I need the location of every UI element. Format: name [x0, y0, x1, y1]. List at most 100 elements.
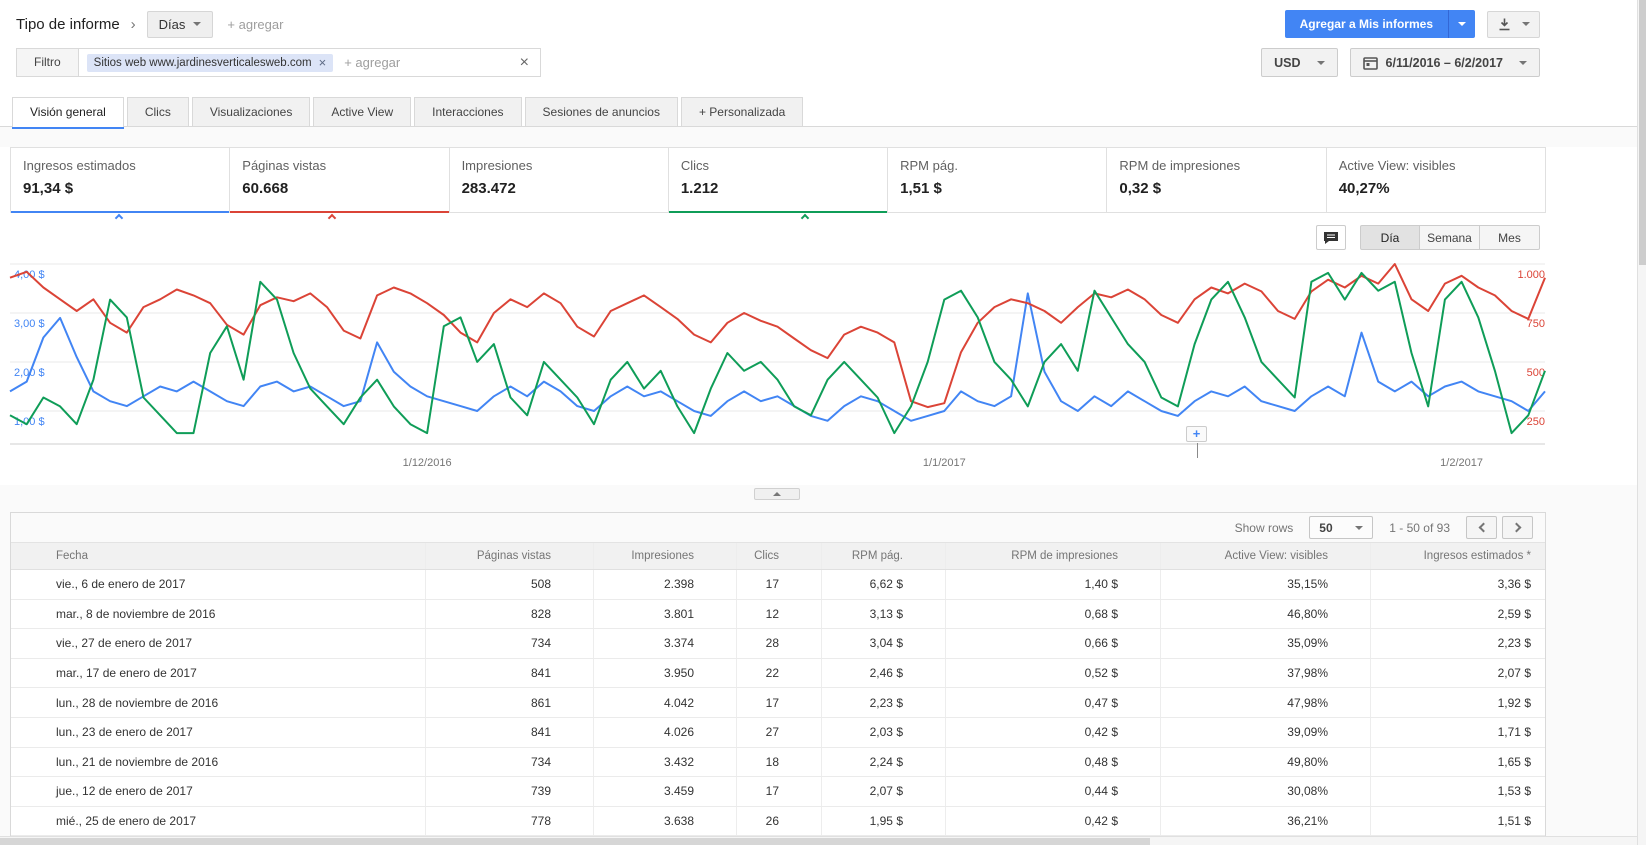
chevron-left-icon	[1478, 522, 1488, 533]
collapse-chart-button[interactable]	[754, 488, 800, 500]
tab-interacciones[interactable]: Interacciones	[414, 97, 522, 126]
tab-vision-general[interactable]: Visión general	[12, 97, 124, 127]
page-size-value: 50	[1319, 520, 1333, 535]
table-cell: 861	[425, 688, 593, 717]
tab-clics[interactable]: Clics	[126, 97, 189, 126]
right-axis-tick: 750	[1527, 318, 1545, 330]
vertical-scrollbar-thumb[interactable]	[1639, 0, 1646, 265]
x-axis-tick: 1/12/2016	[403, 457, 452, 469]
table-cell: 6,62 $	[821, 570, 945, 599]
card-value: 283.472	[461, 180, 516, 197]
table-cell: 37,98%	[1160, 658, 1370, 688]
date-range-picker[interactable]: 6/11/2016 – 6/2/2017	[1349, 48, 1540, 77]
table-cell: 3.638	[593, 806, 736, 836]
tab-active-view[interactable]: Active View	[313, 97, 412, 126]
table-header-row: Fecha Páginas vistas Impresiones Clics RPM p…	[11, 543, 1545, 570]
column-header-clics[interactable]: Clics	[736, 543, 821, 569]
table-cell: 18	[736, 747, 821, 777]
table-cell: 0,52 $	[945, 658, 1160, 688]
card-label: Active View: visibles	[1338, 158, 1456, 173]
series-line-clics	[9, 271, 1546, 435]
horizontal-scrollbar[interactable]	[0, 836, 1637, 845]
remove-filter-icon[interactable]: ×	[319, 56, 327, 69]
page-title: Tipo de informe	[16, 15, 120, 33]
card-accent-line	[230, 211, 449, 213]
filter-box[interactable]: Filtro Sitios web www.jardinesverticales…	[16, 48, 541, 77]
clear-filter-icon[interactable]: ×	[520, 54, 529, 72]
table-cell: 828	[425, 599, 593, 629]
tab-personalizada[interactable]: + Personalizada	[680, 97, 804, 126]
column-header-paginas-vistas[interactable]: Páginas vistas	[425, 543, 593, 569]
table-cell: 2,03 $	[821, 717, 945, 747]
chevron-down-icon	[1316, 60, 1325, 65]
breadcrumb: Tipo de informe › Días + agregar	[16, 10, 283, 38]
right-axis-tick: 1.000	[1517, 269, 1545, 281]
table-cell: 26	[736, 806, 821, 836]
add-to-my-reports-button[interactable]: Agregar a Mis informes	[1284, 10, 1448, 38]
column-header-ingresos-estimados[interactable]: Ingresos estimados *	[1370, 543, 1545, 569]
table-cell: 35,15%	[1160, 570, 1370, 599]
table-cell: jue., 12 de enero de 2017	[56, 784, 193, 799]
table-row: vie., 27 de enero de 2017 734 3.374 28 3,04 …	[11, 629, 1545, 659]
left-axis-tick: 3,00 $	[14, 318, 45, 330]
download-button[interactable]	[1487, 10, 1540, 38]
table-cell: 2,23 $	[821, 688, 945, 717]
table-cell: 1,71 $	[1370, 717, 1545, 747]
table-cell: 3.950	[593, 658, 736, 688]
column-header-rpm-de-impresiones[interactable]: RPM de impresiones	[945, 543, 1160, 569]
table-cell: 49,80%	[1160, 747, 1370, 777]
card-rpm-de-impresiones[interactable]: RPM de impresiones 0,32 $	[1107, 148, 1327, 212]
granularity-semana[interactable]: Semana	[1420, 225, 1480, 250]
table-cell: lun., 21 de noviembre de 2016	[56, 754, 219, 769]
granularity-mes[interactable]: Mes	[1480, 225, 1540, 250]
granularity-dia[interactable]: Día	[1360, 225, 1420, 250]
column-header-impresiones[interactable]: Impresiones	[593, 543, 736, 569]
table-cell: 841	[425, 658, 593, 688]
horizontal-scrollbar-thumb[interactable]	[0, 838, 1150, 845]
chevron-down-icon	[1355, 525, 1364, 530]
card-active-view-visibles[interactable]: Active View: visibles 40,27%	[1327, 148, 1546, 212]
currency-label: USD	[1274, 55, 1301, 70]
chevron-down-icon	[193, 22, 202, 26]
card-paginas-vistas[interactable]: Páginas vistas 60.668	[230, 148, 450, 223]
card-rpm-pag[interactable]: RPM pág. 1,51 $	[888, 148, 1108, 212]
tab-visualizaciones[interactable]: Visualizaciones	[191, 97, 311, 126]
card-ingresos-estimados[interactable]: Ingresos estimados 91,34 $	[11, 148, 231, 223]
previous-page-button[interactable]	[1466, 516, 1497, 539]
filter-bar: Filtro Sitios web www.jardinesverticales…	[0, 44, 1646, 89]
table-cell: 17	[736, 570, 821, 599]
column-header-fecha[interactable]: Fecha	[11, 543, 425, 569]
card-clics[interactable]: Clics 1.212	[668, 148, 889, 223]
tab-sesiones-de-anuncios[interactable]: Sesiones de anuncios	[524, 97, 678, 126]
filter-chip-label: Sitios web www.jardinesverticalesweb.com	[93, 56, 312, 69]
pagination	[1466, 516, 1533, 539]
granularity-segmented-control: Día Semana Mes	[1360, 225, 1540, 250]
currency-dropdown[interactable]: USD	[1261, 48, 1338, 77]
chart-annotations-button[interactable]	[1316, 225, 1346, 250]
vertical-scrollbar[interactable]	[1637, 0, 1646, 845]
add-to-my-reports-dropdown[interactable]	[1448, 10, 1475, 38]
next-page-button[interactable]	[1502, 516, 1533, 539]
column-header-active-view-visibles[interactable]: Active View: visibles	[1160, 543, 1370, 569]
table-cell: 0,42 $	[945, 717, 1160, 747]
card-caret-icon	[114, 213, 124, 223]
card-label: Páginas vistas	[242, 158, 327, 173]
table-cell: 3,04 $	[821, 629, 945, 658]
filter-chip[interactable]: Sitios web www.jardinesverticalesweb.com…	[86, 53, 334, 72]
table-cell: 0,44 $	[945, 777, 1160, 806]
card-impresiones[interactable]: Impresiones 283.472	[450, 148, 669, 212]
add-report-type-link[interactable]: + agregar	[227, 17, 283, 32]
chart-event-marker[interactable]: +	[1186, 426, 1207, 458]
table-cell: 17	[736, 777, 821, 806]
column-header-rpm-pag[interactable]: RPM pág.	[821, 543, 945, 569]
table-row: mié., 25 de enero de 2017 778 3.638 26 1,95 …	[11, 806, 1545, 837]
table-cell: 3,36 $	[1370, 570, 1545, 599]
add-filter-placeholder[interactable]: + agregar	[344, 55, 400, 70]
calendar-icon	[1362, 56, 1378, 70]
card-label: Ingresos estimados	[23, 158, 136, 173]
card-caret-icon	[327, 213, 336, 223]
report-type-dropdown[interactable]: Días	[146, 10, 214, 38]
page-size-dropdown[interactable]: 50	[1309, 516, 1374, 539]
table-cell: mié., 25 de enero de 2017	[56, 814, 197, 829]
table-cell: 1,51 $	[1370, 806, 1545, 836]
